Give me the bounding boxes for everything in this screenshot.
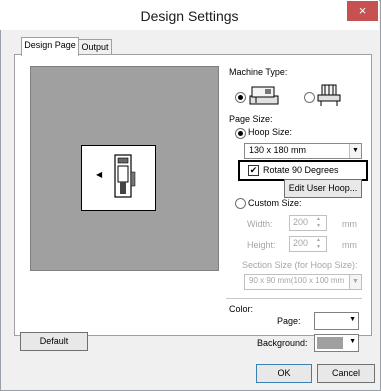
page-color-picker[interactable]: ▼ (314, 312, 359, 330)
spin-down-icon: ▼ (316, 223, 321, 229)
custom-size-label: Custom Size: (248, 198, 302, 208)
height-unit: mm (342, 240, 357, 250)
section-size-label: Section Size (for Hoop Size): (242, 260, 358, 270)
width-label: Width: (247, 219, 273, 229)
section-size-dropdown[interactable]: 90 x 90 mm(100 x 100 mm ▼ (244, 274, 362, 290)
hoop-size-radio[interactable] (235, 128, 246, 139)
edit-user-hoop-button[interactable]: Edit User Hoop... (284, 179, 362, 198)
background-color-picker[interactable]: ▼ (314, 334, 359, 352)
window-title: Design Settings (140, 8, 239, 24)
chevron-down-icon: ▼ (349, 338, 356, 345)
custom-size-radio[interactable] (235, 198, 246, 209)
tab-design-page[interactable]: Design Page (21, 37, 79, 56)
background-color-swatch (317, 337, 343, 349)
machine-type-radio-1[interactable] (235, 92, 246, 103)
machine-type-label: Machine Type: (229, 67, 288, 77)
close-button[interactable]: × (347, 1, 378, 21)
multi-needle-machine-icon (316, 83, 344, 109)
ok-button[interactable]: OK (256, 364, 312, 383)
spin-down-icon: ▼ (316, 244, 321, 250)
embroidery-machine-icon (248, 83, 282, 109)
cancel-button[interactable]: Cancel (317, 364, 375, 383)
height-value: 200 (293, 238, 309, 248)
hoop-preview (81, 145, 156, 211)
rotate-90-checkbox[interactable]: ✔ (248, 165, 259, 176)
page-color-swatch (317, 315, 343, 327)
width-value: 200 (293, 217, 309, 227)
width-stepper[interactable]: 200 ▲ ▼ (289, 215, 327, 231)
color-label: Color: (229, 304, 254, 314)
rotate-90-checkbox-row[interactable]: ✔ Rotate 90 Degrees (238, 160, 368, 181)
spin-up-icon: ▲ (316, 216, 321, 222)
machine-type-radio-2[interactable] (304, 92, 315, 103)
chevron-down-icon: ▼ (349, 275, 361, 289)
page-size-label: Page Size: (229, 114, 273, 124)
rotated-hoop-icon (114, 154, 136, 198)
page-color-label: Page: (277, 316, 301, 326)
spin-up-icon: ▲ (316, 237, 321, 243)
divider (226, 298, 362, 299)
chevron-down-icon: ▼ (349, 144, 361, 158)
section-size-value: 90 x 90 mm(100 x 100 mm (249, 276, 345, 285)
hoop-size-dropdown[interactable]: 130 x 180 mm ▼ (244, 143, 362, 159)
background-color-label: Background: (257, 338, 308, 348)
height-label: Height: (247, 240, 276, 250)
rotate-90-label: Rotate 90 Degrees (263, 165, 339, 175)
height-stepper[interactable]: 200 ▲ ▼ (289, 236, 327, 252)
chevron-down-icon: ▼ (349, 316, 356, 323)
width-unit: mm (342, 219, 357, 229)
hoop-size-value: 130 x 180 mm (249, 145, 307, 155)
arrow-left-icon: ◀ (96, 170, 103, 179)
hoop-size-label: Hoop Size: (248, 127, 293, 137)
default-button[interactable]: Default (20, 332, 88, 351)
